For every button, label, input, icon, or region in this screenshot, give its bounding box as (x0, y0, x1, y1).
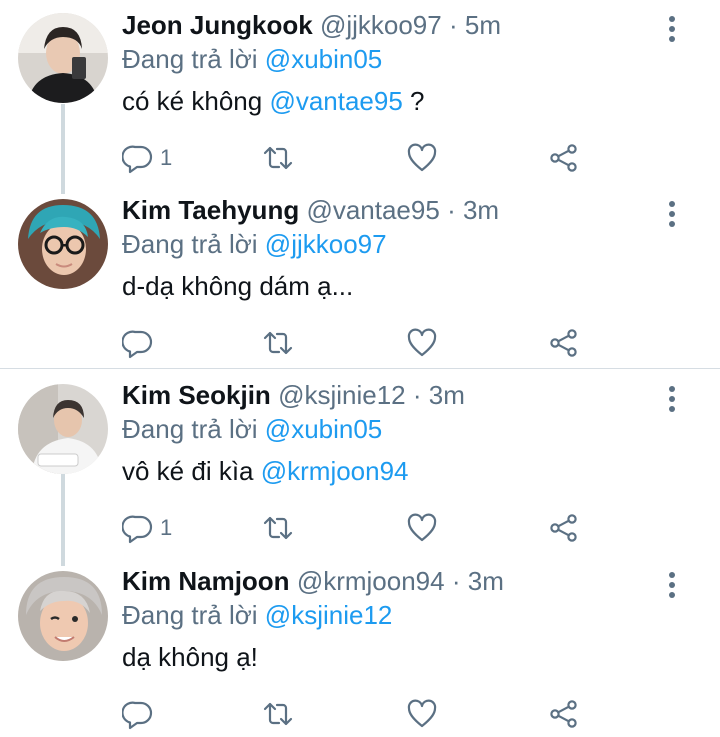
reply-button[interactable] (122, 325, 160, 361)
replying-to-mention[interactable]: @jjkkoo97 (265, 229, 387, 259)
timestamp[interactable]: 3m (429, 380, 465, 410)
tweet-header: Kim Seokjin @ksjinie12 · 3m (122, 378, 465, 412)
replying-to: Đang trả lời @xubin05 (122, 42, 382, 76)
tweet-text-part: dạ không ạ! (122, 642, 258, 672)
tweet-actions (120, 325, 700, 361)
tweet-text-part: d-dạ không dám ạ... (122, 271, 354, 301)
share-icon (550, 514, 577, 542)
display-name[interactable]: Kim Namjoon (122, 566, 290, 596)
heart-icon (407, 699, 437, 728)
tweet-text: dạ không ạ! (122, 640, 258, 674)
share-icon (550, 144, 577, 172)
timestamp[interactable]: 3m (468, 566, 504, 596)
display-name[interactable]: Kim Seokjin (122, 380, 271, 410)
tweet-text: d-dạ không dám ạ... (122, 269, 353, 303)
separator-dot: · (412, 380, 422, 410)
timestamp[interactable]: 3m (463, 195, 499, 225)
share-icon (550, 700, 577, 728)
tweet-text: vô ké đi kìa @krmjoon94 (122, 454, 409, 488)
avatar-jungkook[interactable] (18, 13, 108, 103)
replying-to: Đang trả lời @ksjinie12 (122, 598, 392, 632)
user-handle[interactable]: @jjkkoo97 (320, 10, 442, 40)
tweet-mention[interactable]: @krmjoon94 (261, 456, 409, 486)
more-options-icon[interactable] (660, 384, 684, 414)
like-button[interactable] (406, 325, 438, 361)
retweet-button[interactable] (262, 325, 294, 361)
reply-button[interactable]: 1 (122, 510, 172, 546)
user-handle[interactable]: @ksjinie12 (278, 380, 406, 410)
tweet-text-part: có ké không (122, 86, 270, 116)
tweet-header: Jeon Jungkook @jjkkoo97 · 5m (122, 8, 501, 42)
thread-connector-line (61, 474, 65, 566)
replying-to-label: Đang trả lời (122, 44, 258, 74)
tweet-text-part: vô ké đi kìa (122, 456, 261, 486)
tweet-seokjin[interactable]: Kim Seokjin @ksjinie12 · 3m Đang trả lời… (0, 370, 720, 566)
tweet-actions: 1 (120, 510, 700, 546)
separator-dot: · (447, 195, 456, 225)
like-button[interactable] (406, 510, 438, 546)
reply-count: 1 (160, 515, 173, 540)
tweet-namjoon[interactable]: Kim Namjoon @krmjoon94 · 3m Đang trả lời… (0, 556, 720, 737)
share-button[interactable] (548, 696, 580, 732)
display-name[interactable]: Jeon Jungkook (122, 10, 313, 40)
replying-to-label: Đang trả lời (122, 414, 258, 444)
share-icon (550, 329, 577, 357)
share-button[interactable] (548, 325, 580, 361)
share-button[interactable] (548, 140, 580, 176)
thread-connector-line (61, 104, 65, 194)
replying-to-mention[interactable]: @xubin05 (265, 44, 382, 74)
user-handle[interactable]: @vantae95 (306, 195, 439, 225)
separator-dot: · (451, 566, 461, 596)
reply-icon (122, 515, 153, 544)
heart-icon (407, 143, 437, 172)
reply-icon (122, 701, 153, 730)
like-button[interactable] (406, 696, 438, 732)
replying-to-label: Đang trả lời (122, 229, 258, 259)
tweet-text-part: ? (402, 86, 425, 116)
retweet-icon (263, 331, 293, 355)
tweet-text: có ké không @vantae95 ? (122, 84, 425, 118)
tweet-actions (120, 696, 700, 732)
heart-icon (407, 513, 437, 542)
display-name[interactable]: Kim Taehyung (122, 195, 299, 225)
reply-icon (122, 330, 153, 359)
tweet-header: Kim Namjoon @krmjoon94 · 3m (122, 564, 504, 598)
tweet-mention[interactable]: @vantae95 (269, 86, 402, 116)
user-handle[interactable]: @krmjoon94 (297, 566, 445, 596)
retweet-icon (263, 702, 293, 726)
tweet-jungkook[interactable]: Jeon Jungkook @jjkkoo97 · 5m Đang trả lờ… (0, 0, 720, 194)
tweet-actions: 1 (120, 140, 700, 176)
replying-to-mention[interactable]: @xubin05 (265, 414, 382, 444)
tweet-divider (0, 368, 720, 369)
replying-to: Đang trả lời @jjkkoo97 (122, 227, 387, 261)
heart-icon (407, 328, 437, 357)
share-button[interactable] (548, 510, 580, 546)
reply-icon (122, 145, 153, 174)
replying-to-mention[interactable]: @ksjinie12 (265, 600, 393, 630)
reply-button[interactable] (122, 696, 160, 732)
more-options-icon[interactable] (660, 199, 684, 229)
reply-count: 1 (160, 145, 173, 170)
retweet-icon (263, 516, 293, 540)
retweet-button[interactable] (262, 140, 294, 176)
avatar-taehyung[interactable] (18, 199, 108, 289)
avatar-namjoon[interactable] (18, 571, 108, 661)
avatar-seokjin[interactable] (18, 384, 108, 474)
retweet-button[interactable] (262, 510, 294, 546)
reply-thread-feed: Jeon Jungkook @jjkkoo97 · 5m Đang trả lờ… (0, 0, 720, 737)
retweet-button[interactable] (262, 696, 294, 732)
retweet-icon (263, 146, 293, 170)
more-options-icon[interactable] (660, 14, 684, 44)
separator-dot: · (448, 10, 458, 40)
tweet-taehyung[interactable]: Kim Taehyung @vantae95 · 3m Đang trả lời… (0, 185, 720, 370)
reply-button[interactable]: 1 (122, 140, 172, 176)
like-button[interactable] (406, 140, 438, 176)
replying-to-label: Đang trả lời (122, 600, 258, 630)
tweet-header: Kim Taehyung @vantae95 · 3m (122, 193, 499, 227)
more-options-icon[interactable] (660, 570, 684, 600)
replying-to: Đang trả lời @xubin05 (122, 412, 382, 446)
timestamp[interactable]: 5m (465, 10, 501, 40)
